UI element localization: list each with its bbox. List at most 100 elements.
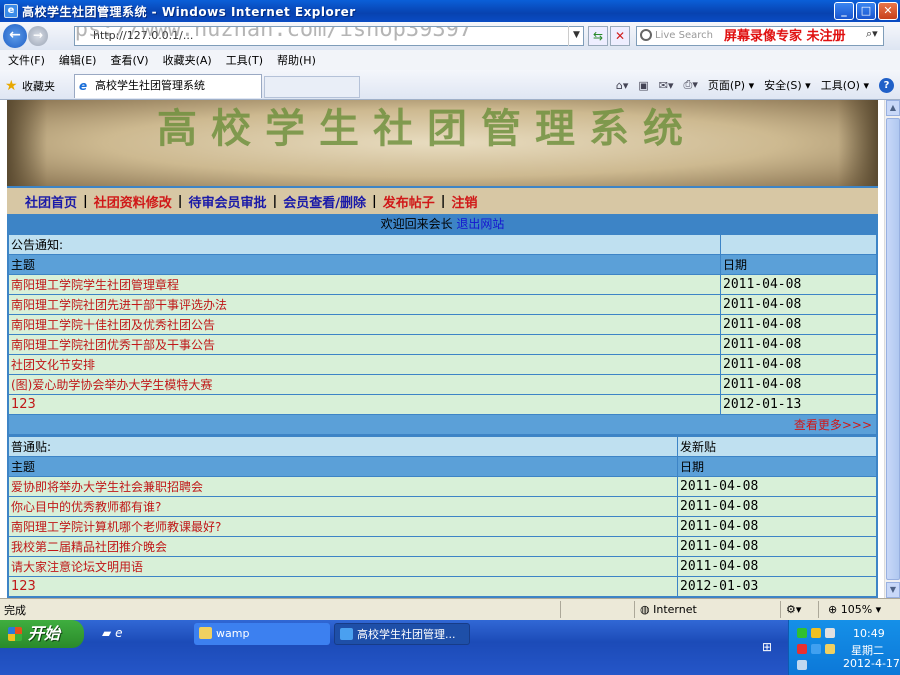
notices-section-label: 公告通知: [8,234,721,255]
nav-edit-profile[interactable]: 社团资料修改 [94,192,172,211]
table-row[interactable]: (图)爱心助学协会举办大学生模特大赛 2011-04-08 [8,374,877,395]
notice-subject-link[interactable]: 社团文化节安排 [8,354,721,375]
menu-favorites[interactable]: 收藏夹(A) [163,52,212,68]
search-icon [640,29,652,41]
tray-app-icon[interactable] [797,644,807,654]
tray-app-icon[interactable] [811,644,821,654]
notice-subject-link[interactable]: 123 [8,394,721,415]
minimize-button[interactable]: _ [834,2,854,20]
post-subject-link[interactable]: 我校第二届精品社团推介晚会 [8,536,678,557]
url-input[interactable]: http://127.0.0.1/... https://www.huzhan.… [74,26,584,46]
welcome-text: 欢迎回来会长 [380,217,453,231]
tray-network-icon[interactable] [825,628,835,638]
zoom-level[interactable]: ⊕ 105% ▾ [828,603,881,616]
table-row[interactable]: 南阳理工学院社团优秀干部及干事公告 2011-04-08 [8,334,877,355]
vertical-scrollbar[interactable]: ▲ ▼ [884,100,900,598]
exit-site-link[interactable]: 退出网站 [456,217,504,231]
table-row[interactable]: 南阳理工学院十佳社团及优秀社团公告 2011-04-08 [8,314,877,335]
search-go-icon[interactable]: ⌕▾ [866,27,878,41]
folder-icon[interactable]: ▰ [102,626,111,640]
table-row[interactable]: 南阳理工学院社团先进干部干事评选办法 2011-04-08 [8,294,877,315]
tray-app-icon[interactable] [811,628,821,638]
table-row[interactable]: 123 2012-01-03 [8,576,877,597]
nav-logout[interactable]: 注销 [451,192,477,211]
tab-current[interactable]: e 高校学生社团管理系统 [74,74,262,98]
stop-button[interactable]: ✕ [610,26,630,46]
menu-help[interactable]: 帮助(H) [277,52,316,68]
notice-subject-link[interactable]: 南阳理工学院十佳社团及优秀社团公告 [8,314,721,335]
new-tab-button[interactable] [264,76,360,98]
clock-time[interactable]: 10:49 [853,627,885,640]
site-nav: 社团首页 | 社团资料修改 | 待审会员审批 | 会员查看/删除 | 发布帖子 … [7,188,878,214]
scroll-thumb[interactable] [886,118,900,580]
notice-subject-link[interactable]: 南阳理工学院社团优秀干部及干事公告 [8,334,721,355]
refresh-button[interactable]: ⇆ [588,26,608,46]
print-icon[interactable]: ⎙▾ [684,78,698,92]
table-row[interactable]: 社团文化节安排 2011-04-08 [8,354,877,375]
post-subject-link[interactable]: 爱协即将举办大学生社会兼职招聘会 [8,476,678,497]
table-row[interactable]: 爱协即将举办大学生社会兼职招聘会 2011-04-08 [8,476,877,497]
nav-publish-post[interactable]: 发布帖子 [383,192,435,211]
posts-section-label: 普通贴: [8,436,678,457]
posts-col-subject: 主题 [8,456,678,477]
home-icon[interactable]: ⌂▾ [616,79,629,92]
feeds-icon[interactable]: ▣ [638,79,648,92]
tools-menu[interactable]: 工具(O) ▾ [821,77,869,93]
show-desktop-icon[interactable]: ⊞ [762,640,772,654]
tray-shield-icon[interactable] [825,644,835,654]
nav-view-members[interactable]: 会员查看/删除 [283,192,366,211]
menu-view[interactable]: 查看(V) [110,52,148,68]
protected-mode-icon[interactable]: ⚙▾ [786,603,801,616]
ie-quicklaunch-icon[interactable]: e [115,626,122,640]
star-icon[interactable]: ★ [5,78,18,94]
safety-menu[interactable]: 安全(S) ▾ [764,77,811,93]
system-tray: 10:49 星期二 2012-4-17 [788,620,900,675]
menu-edit[interactable]: 编辑(E) [59,52,97,68]
table-row[interactable]: 南阳理工学院计算机哪个老师教课最好? 2011-04-08 [8,516,877,537]
notice-date: 2012-01-13 [720,394,877,415]
forward-button[interactable]: → [28,26,48,46]
notice-subject-link[interactable]: 南阳理工学院学生社团管理章程 [8,274,721,295]
table-row[interactable]: 请大家注意论坛文明用语 2011-04-08 [8,556,877,577]
scroll-down-icon[interactable]: ▼ [886,582,900,598]
menu-bar: 文件(F) 编辑(E) 查看(V) 收藏夹(A) 工具(T) 帮助(H) [0,50,900,70]
address-bar: ← → http://127.0.0.1/... https://www.huz… [0,22,900,50]
mail-icon[interactable]: ✉▾ [659,79,674,92]
post-subject-link[interactable]: 南阳理工学院计算机哪个老师教课最好? [8,516,678,537]
maximize-button[interactable]: □ [856,2,876,20]
task-ie-window[interactable]: 高校学生社团管理... [334,623,470,645]
menu-file[interactable]: 文件(F) [8,52,45,68]
favorites-button[interactable]: 收藏夹 [22,78,55,94]
notice-subject-link[interactable]: 南阳理工学院社团先进干部干事评选办法 [8,294,721,315]
web-content: 高校学生社团管理系统 社团首页 | 社团资料修改 | 待审会员审批 | 会员查看… [0,100,884,598]
table-row[interactable]: 你心目中的优秀教师都有谁? 2011-04-08 [8,496,877,517]
new-post-link[interactable]: 发新贴 [677,436,877,457]
post-subject-link[interactable]: 123 [8,576,678,597]
tray-app-icon[interactable] [797,628,807,638]
menu-tools[interactable]: 工具(T) [226,52,263,68]
table-row[interactable]: 南阳理工学院学生社团管理章程 2011-04-08 [8,274,877,295]
view-more-link[interactable]: 查看更多>>> [8,414,877,435]
page-menu[interactable]: 页面(P) ▾ [708,77,754,93]
start-button[interactable]: 开始 [0,620,84,648]
post-date: 2012-01-03 [677,576,877,597]
welcome-line: 欢迎回来会长 退出网站 [7,214,878,234]
help-icon[interactable]: ? [879,77,894,93]
tray-app-icon[interactable] [797,660,807,670]
site-banner: 高校学生社团管理系统 [7,100,878,186]
nav-home[interactable]: 社团首页 [25,192,77,211]
nav-approve-members[interactable]: 待审会员审批 [189,192,267,211]
chevron-down-icon[interactable]: ▼ [568,26,584,46]
close-button[interactable]: ✕ [878,2,898,20]
notice-subject-link[interactable]: (图)爱心助学协会举办大学生模特大赛 [8,374,721,395]
post-subject-link[interactable]: 你心目中的优秀教师都有谁? [8,496,678,517]
post-subject-link[interactable]: 请大家注意论坛文明用语 [8,556,678,577]
task-wamp[interactable]: wamp [194,623,330,645]
window-titlebar[interactable]: e 高校学生社团管理系统 - Windows Internet Explorer… [0,0,900,22]
globe-icon: ◍ [640,603,650,616]
tab-title: 高校学生社团管理系统 [95,79,205,92]
scroll-up-icon[interactable]: ▲ [886,100,900,116]
table-row[interactable]: 123 2012-01-13 [8,394,877,415]
table-row[interactable]: 我校第二届精品社团推介晚会 2011-04-08 [8,536,877,557]
back-button[interactable]: ← [3,24,27,48]
